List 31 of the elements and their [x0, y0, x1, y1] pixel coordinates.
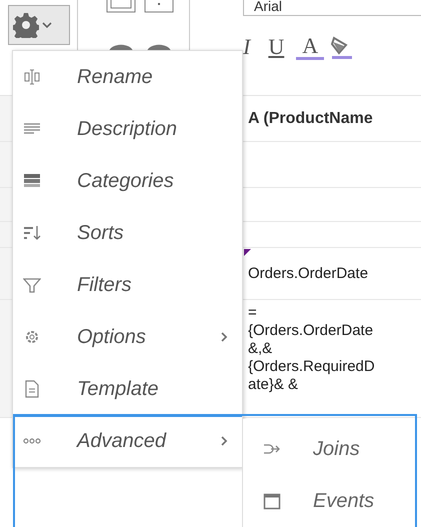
- filter-icon: [23, 276, 41, 294]
- column-header[interactable]: A (ProductName: [248, 110, 373, 128]
- menu-item[interactable]: Categories: [13, 155, 242, 207]
- chevron-right-icon: [220, 332, 228, 342]
- dots-icon: [23, 438, 41, 444]
- menu-item[interactable]: Description: [13, 103, 242, 155]
- menu-item[interactable]: Options: [13, 311, 242, 363]
- menu-item[interactable]: Joins: [243, 423, 415, 475]
- menu-item[interactable]: Advanced: [13, 415, 242, 467]
- document-icon: [23, 380, 41, 398]
- sort-icon: [23, 224, 41, 242]
- table-cell: Orders.OrderDate: [248, 265, 368, 282]
- window-icon: [263, 492, 281, 510]
- caret-icon: [42, 21, 52, 29]
- menu-item[interactable]: Events: [243, 475, 415, 527]
- gear-icon: [13, 12, 39, 38]
- chevron-right-icon: [220, 436, 228, 446]
- font-color-button[interactable]: A: [296, 34, 324, 60]
- font-field[interactable]: Arial: [243, 0, 421, 16]
- menu-item[interactable]: Template: [13, 363, 242, 415]
- settings-icon: [23, 328, 41, 346]
- border-icon[interactable]: [106, 0, 136, 14]
- table-cell-text: = {Orders.OrderDate &,& {Orders.RequiredD ate}& &: [248, 303, 375, 394]
- border-icon[interactable]: [144, 0, 174, 14]
- settings-button[interactable]: [8, 5, 70, 45]
- menu-item[interactable]: Sorts: [13, 207, 242, 259]
- menu-item[interactable]: Filters: [13, 259, 242, 311]
- stacked-bars-icon: [23, 172, 41, 190]
- paint-bucket-icon[interactable]: [330, 34, 352, 60]
- underline-button[interactable]: U: [262, 34, 290, 60]
- rename-icon: [23, 68, 41, 86]
